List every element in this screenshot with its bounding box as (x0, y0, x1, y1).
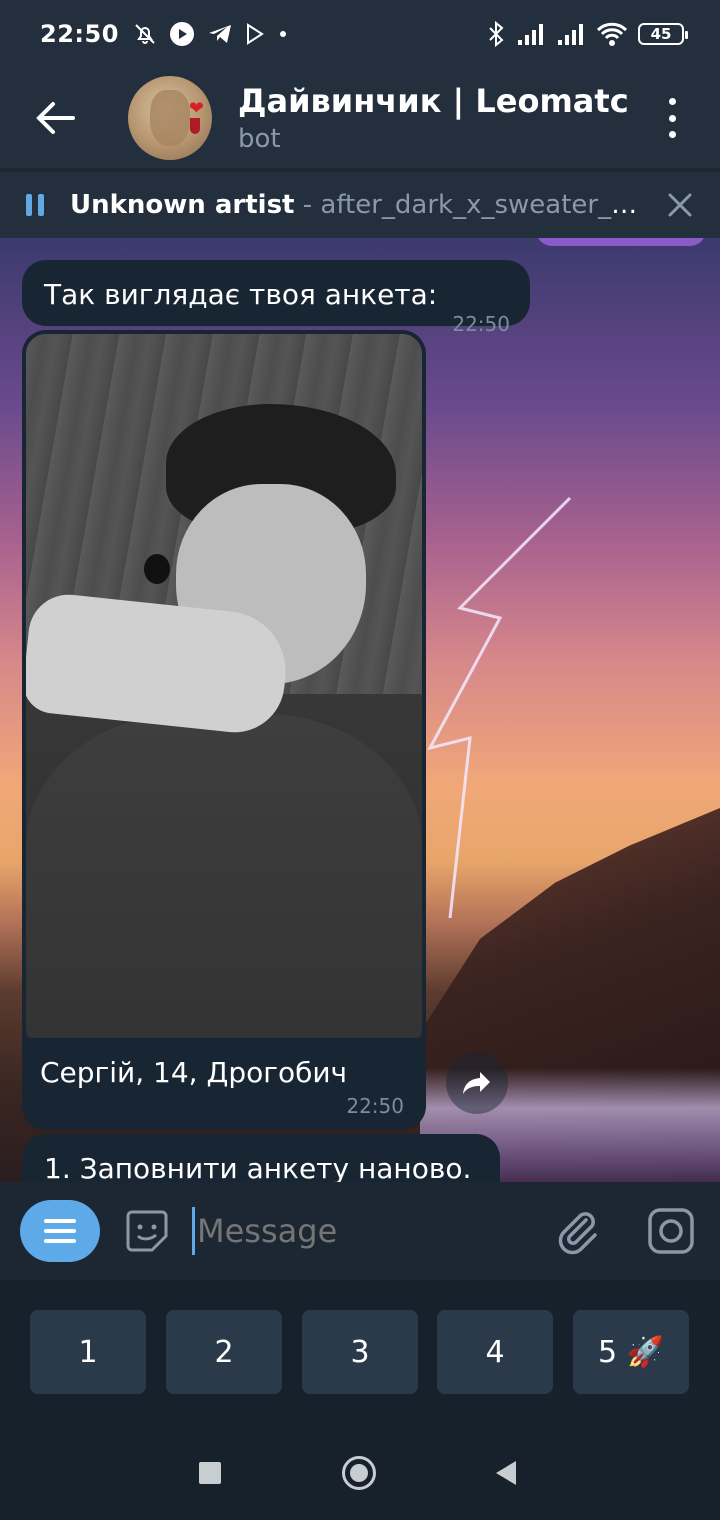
chat-info[interactable]: Дайвинчик | Leomatchbot bot (238, 82, 628, 154)
recents-button[interactable] (199, 1462, 221, 1484)
telegram-icon (208, 25, 231, 43)
profile-photo[interactable] (26, 334, 422, 1038)
previous-message-bubble[interactable] (536, 238, 706, 246)
paperclip-icon[interactable] (552, 1206, 602, 1256)
share-arrow-icon (463, 1072, 490, 1094)
back-nav-button[interactable] (496, 1461, 516, 1485)
message-time: 22:50 (346, 1094, 404, 1118)
dot-icon (668, 98, 676, 105)
track-separator: - (294, 190, 321, 220)
keyboard-key-2[interactable]: 2 (166, 1310, 282, 1394)
notification-icons (133, 21, 289, 47)
heart-icon: ❤ (188, 98, 204, 119)
wifi-icon (596, 22, 628, 46)
chat-subtitle: bot (238, 124, 281, 154)
dot-icon (279, 31, 286, 37)
youtube-icon (169, 22, 194, 46)
chat-title: Дайвинчик | Leomatchbot (238, 82, 628, 120)
android-navigation-bar (0, 1424, 720, 1520)
close-icon[interactable] (666, 191, 694, 219)
status-time: 22:50 (40, 20, 119, 48)
avatar-face (150, 90, 190, 146)
signal-icon (558, 24, 583, 45)
keyboard-key-3[interactable]: 3 (302, 1310, 418, 1394)
forward-button[interactable] (446, 1052, 508, 1114)
home-button[interactable] (342, 1456, 376, 1490)
battery-level: 45 (650, 25, 672, 43)
photo-hoodie (26, 714, 422, 1038)
signal-icon (518, 24, 543, 45)
bot-menu-button[interactable] (20, 1200, 100, 1262)
message-time: 22:50 (452, 312, 510, 336)
dot-icon (668, 114, 676, 122)
more-options-button[interactable] (660, 94, 684, 142)
text-cursor (192, 1207, 195, 1255)
track-info[interactable]: Unknown artist - after_dark_x_sweater_we… (70, 190, 640, 220)
chat-header: ❤ Дайвинчик | Leomatchbot bot (0, 68, 720, 168)
camera-icon[interactable] (646, 1206, 696, 1256)
sticker-icon[interactable] (122, 1206, 172, 1256)
photo-message[interactable]: Сергій, 14, Дрогобич 22:50 (22, 330, 426, 1130)
status-bar: 22:50 45 (0, 0, 720, 68)
message-text: Так виглядає твоя анкета: (44, 278, 438, 311)
bot-keyboard: 1 2 3 4 5 🚀 (0, 1280, 720, 1424)
pause-icon[interactable] (26, 194, 44, 216)
keyboard-key-5[interactable]: 5 🚀 (573, 1310, 689, 1394)
keyboard-key-4[interactable]: 4 (437, 1310, 553, 1394)
music-player-bar[interactable]: Unknown artist - after_dark_x_sweater_we… (0, 172, 720, 238)
message-bubble[interactable]: Так виглядає твоя анкета: 22:50 (22, 260, 530, 336)
track-title: after_dark_x_sweater_weather (320, 190, 640, 220)
avatar[interactable]: ❤ (128, 76, 212, 160)
dot-icon (668, 131, 676, 138)
photo-caption: Сергій, 14, Дрогобич (40, 1056, 348, 1089)
mute-icon (135, 24, 155, 44)
track-artist: Unknown artist (70, 190, 295, 220)
message-bubble[interactable]: 1. Заповнити анкету наново. (22, 1134, 500, 1182)
message-input[interactable] (197, 1212, 537, 1250)
keyboard-key-1[interactable]: 1 (30, 1310, 146, 1394)
system-icons: 45 (486, 21, 688, 47)
chat-messages-area[interactable]: Так виглядає твоя анкета: 22:50 Сергій, … (0, 238, 720, 1182)
message-input-bar (0, 1182, 720, 1280)
back-button[interactable] (0, 68, 110, 168)
wine-glass-icon (190, 118, 200, 134)
wallpaper-lightning (427, 496, 572, 919)
play-store-icon (246, 23, 264, 45)
photo-earbud (144, 554, 170, 584)
battery-icon: 45 (638, 23, 688, 45)
bluetooth-icon (489, 21, 504, 47)
message-text: 1. Заповнити анкету наново. (44, 1152, 472, 1182)
arrow-left-icon (36, 102, 75, 134)
